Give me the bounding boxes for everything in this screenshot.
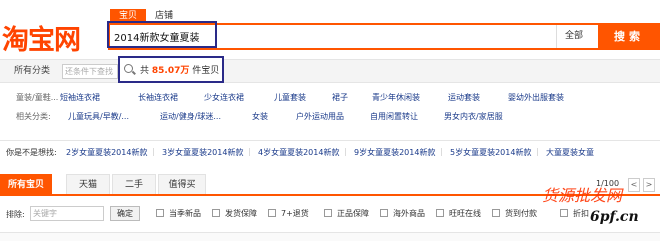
category-link[interactable]: 自用闲置转让	[370, 111, 418, 122]
result-count: 85.07万	[151, 66, 190, 76]
tab-all-items[interactable]: 所有宝贝	[0, 174, 52, 194]
separator: |	[344, 147, 347, 156]
tab-items[interactable]: 宝贝	[110, 9, 147, 23]
confirm-button[interactable]: 确定	[110, 206, 140, 221]
all-categories-label[interactable]: 所有分类	[14, 60, 50, 82]
recommendation-link[interactable]: 4岁女童夏装2014新款	[258, 147, 339, 158]
category-link[interactable]: 男女内衣/家居服	[444, 111, 503, 122]
checkbox-icon	[268, 209, 276, 217]
taobao-logo[interactable]: 淘宝网	[2, 24, 100, 58]
filter-checkbox[interactable]: 发货保障	[212, 208, 257, 219]
filter-checkbox[interactable]: 旺旺在线	[436, 208, 481, 219]
category-link[interactable]: 长袖连衣裙	[138, 92, 178, 103]
prev-page-button[interactable]: <	[628, 178, 640, 192]
search-type-tabs: 宝贝 店铺	[110, 9, 182, 23]
category-label: 童装/童鞋...	[16, 93, 59, 102]
category-filter-input[interactable]: 还条件下查找	[62, 64, 118, 79]
separator: |	[440, 147, 443, 156]
checkbox-icon	[380, 209, 388, 217]
category-link[interactable]: 青少年休闲装	[372, 92, 420, 103]
exclude-label: 排除:	[6, 210, 25, 219]
search-input[interactable]	[110, 25, 550, 48]
filter-checkbox[interactable]: 当季新品	[156, 208, 201, 219]
category-link[interactable]: 运动套装	[448, 92, 480, 103]
tab-second-hand[interactable]: 二手	[112, 174, 156, 194]
search-button[interactable]: 搜索	[598, 23, 660, 50]
exclude-keyword-input[interactable]: 关键字	[30, 206, 104, 221]
recommendation-bar: 你是不是想找: 2岁女童夏装2014新款 | 3岁女童夏装2014新款 | 4岁…	[0, 140, 660, 164]
sort-bar	[0, 232, 660, 241]
category-bar: 所有分类 还条件下查找	[0, 59, 660, 83]
recommendation-link[interactable]: 2岁女童夏装2014新款	[66, 147, 147, 158]
checkbox-icon	[492, 209, 500, 217]
checkbox-icon	[436, 209, 444, 217]
checkbox-icon	[156, 209, 164, 217]
result-count-text: 共 85.07万 件宝贝	[140, 66, 220, 76]
category-link[interactable]: 儿童玩具/早教/...	[68, 111, 129, 122]
recommendation-link[interactable]: 3岁女童夏装2014新款	[162, 147, 243, 158]
tab-tmall[interactable]: 天猫	[66, 174, 110, 194]
category-link[interactable]: 少女连衣裙	[204, 92, 244, 103]
category-link[interactable]: 裙子	[332, 92, 348, 103]
checkbox-icon	[324, 209, 332, 217]
separator: |	[152, 147, 155, 156]
filter-checkbox[interactable]: 折扣	[560, 208, 589, 219]
separator: |	[536, 147, 539, 156]
search-scope-label: 全部	[565, 31, 584, 41]
filter-checkbox[interactable]: 正品保障	[324, 208, 369, 219]
recommendation-link[interactable]: 5岁女童夏装2014新款	[450, 147, 531, 158]
category-link[interactable]: 婴幼外出服套装	[508, 92, 564, 103]
recommendation-label: 你是不是想找:	[6, 148, 57, 157]
tab-shops[interactable]: 店铺	[146, 9, 182, 23]
result-count-box: 共 85.07万 件宝贝	[118, 56, 224, 83]
category-label: 相关分类:	[16, 112, 51, 121]
recommendation-link[interactable]: 大童夏装女童	[546, 147, 594, 158]
next-page-button[interactable]: >	[643, 178, 655, 192]
separator: |	[248, 147, 251, 156]
search-box: 全部 ▾	[108, 23, 660, 50]
recommendation-link[interactable]: 9岁女童夏装2014新款	[354, 147, 435, 158]
filter-checkbox[interactable]: 海外商品	[380, 208, 425, 219]
category-link[interactable]: 运动/健身/球迷...	[160, 111, 221, 122]
category-link[interactable]: 短袖连衣裙	[60, 92, 100, 103]
tab-worth-buying[interactable]: 值得买	[158, 174, 206, 194]
watermark-url: 6pf.cn	[590, 209, 639, 225]
checkbox-icon	[560, 209, 568, 217]
search-icon	[124, 64, 133, 73]
category-link[interactable]: 儿童套装	[274, 92, 306, 103]
filter-checkbox[interactable]: 货到付款	[492, 208, 537, 219]
checkbox-icon	[212, 209, 220, 217]
category-link[interactable]: 户外运动用品	[296, 111, 344, 122]
category-link[interactable]: 女装	[252, 111, 268, 122]
filter-checkbox[interactable]: 7+退货	[268, 208, 309, 219]
watermark-text: 货源批发网	[542, 186, 623, 205]
